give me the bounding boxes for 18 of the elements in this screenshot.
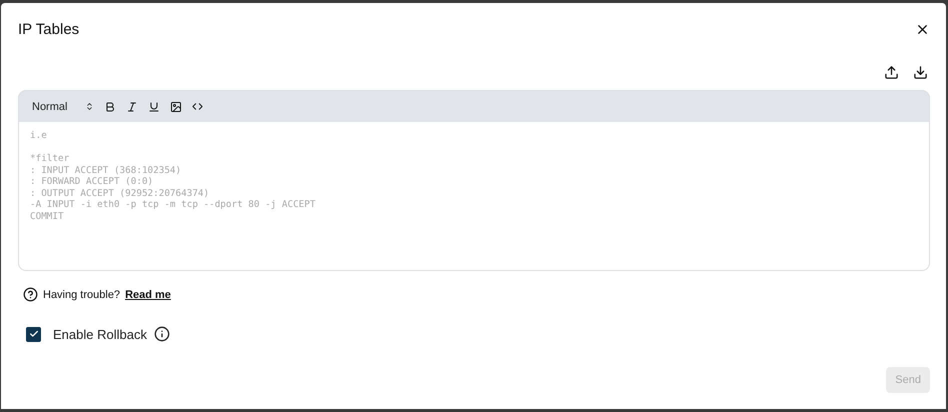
underline-icon[interactable] (148, 100, 160, 112)
help-text: Having trouble? (43, 288, 120, 300)
read-me-link[interactable]: Read me (125, 288, 171, 300)
code-icon[interactable] (192, 101, 204, 112)
image-icon[interactable] (170, 100, 182, 112)
rules-editor-field[interactable]: i.e *filter : INPUT ACCEPT (368:102354) : FORWARD ACCEPT (0:0) : OUTPUT ACCEPT (92952:20764374) -A INPUT -i eth0 -p tcp -m tcp --dport 80 -j ACCEPT COMMIT (18, 122, 930, 271)
rollback-label: Enable Rollback (53, 326, 147, 342)
dialog-title: IP Tables (18, 20, 80, 38)
bold-icon[interactable] (104, 100, 116, 112)
up-down-arrows-icon (85, 102, 94, 111)
upload-icon[interactable] (884, 65, 899, 80)
download-icon[interactable] (913, 65, 928, 80)
help-icon (23, 287, 38, 302)
italic-icon[interactable] (126, 100, 138, 112)
checkmark-icon (28, 329, 38, 339)
format-select[interactable]: Normal (32, 100, 94, 112)
info-icon[interactable] (154, 326, 170, 342)
rollback-checkbox[interactable] (26, 326, 41, 342)
